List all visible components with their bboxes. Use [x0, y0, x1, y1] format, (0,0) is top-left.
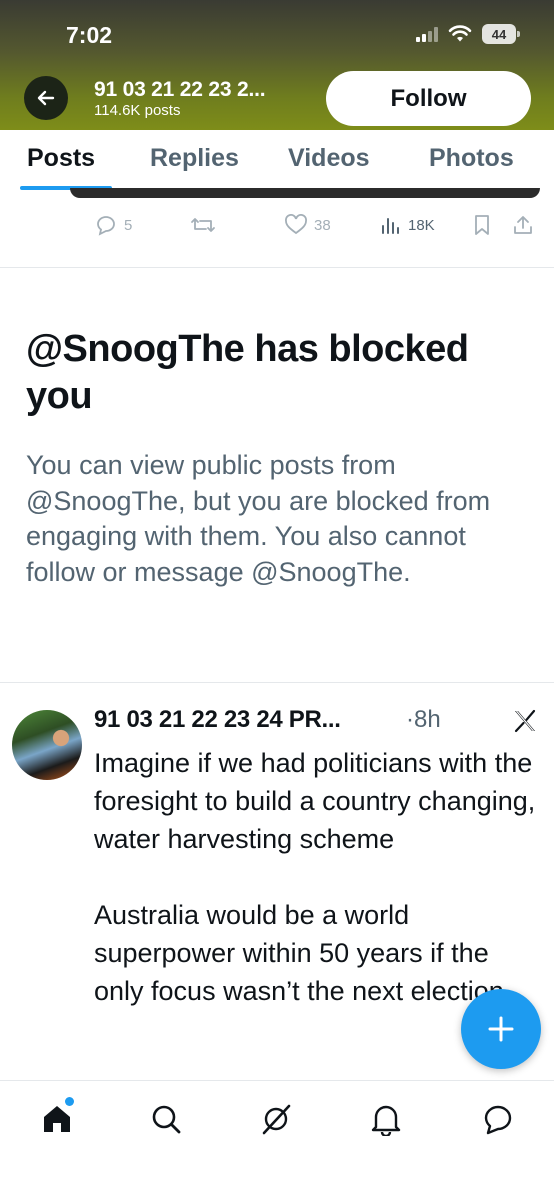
profile-tabs: Posts Replies Videos Photos: [0, 130, 554, 192]
reply-count: 5: [124, 216, 133, 234]
views-icon: [382, 218, 399, 234]
tab-replies[interactable]: Replies: [150, 144, 239, 173]
tab-photos[interactable]: Photos: [429, 144, 514, 173]
time-separator: ·: [406, 706, 414, 733]
bottom-navigation: [0, 1080, 554, 1199]
divider: [0, 267, 554, 268]
battery-indicator: 44: [482, 24, 520, 44]
divider: [0, 682, 554, 683]
heart-icon: [285, 214, 307, 235]
tab-videos[interactable]: Videos: [288, 144, 370, 173]
bell-icon: [371, 1105, 401, 1136]
search-icon: [152, 1105, 181, 1134]
nav-home[interactable]: [37, 1097, 77, 1139]
share-icon: [514, 216, 532, 234]
status-time: 7:02: [66, 22, 113, 48]
x-logo-icon: [512, 708, 538, 739]
compose-button[interactable]: [461, 989, 541, 1069]
reply-icon: [97, 216, 115, 236]
nav-search[interactable]: [146, 1099, 186, 1139]
bookmark-icon: [475, 215, 489, 235]
tweet-text: Imagine if we had politicians with the f…: [94, 748, 536, 1006]
grok-icon: [262, 1104, 291, 1135]
reply-action[interactable]: 5: [94, 214, 132, 236]
share-action[interactable]: [512, 214, 534, 236]
post-count: 114.6K posts: [94, 102, 181, 119]
blocked-title: @SnoogThe has blocked you: [26, 328, 469, 417]
profile-header: 7:02 44 91 03 21 22 23 2... 114.6K posts…: [0, 0, 554, 130]
view-count: 18K: [408, 216, 435, 234]
nav-grok[interactable]: [256, 1099, 296, 1139]
avatar[interactable]: [12, 710, 82, 780]
back-button[interactable]: [24, 76, 68, 120]
views-action[interactable]: 18K: [380, 214, 435, 236]
previous-post-media[interactable]: [70, 188, 540, 198]
nav-notifications[interactable]: [366, 1099, 406, 1139]
blocked-message: You can view public posts from @SnoogThe…: [26, 450, 491, 587]
tweet-author[interactable]: 91 03 21 22 23 24 PR...: [94, 706, 341, 734]
tab-posts[interactable]: Posts: [27, 144, 95, 173]
tweet-time: 8h: [414, 706, 441, 733]
account-name: 91 03 21 22 23 2...: [94, 78, 266, 101]
plus-icon: [488, 1016, 514, 1042]
wifi-icon: [448, 25, 472, 42]
messages-icon: [484, 1105, 512, 1135]
nav-messages[interactable]: [478, 1099, 518, 1139]
cellular-signal-icon: [416, 26, 438, 42]
follow-button[interactable]: Follow: [326, 71, 531, 126]
arrow-left-icon: [37, 90, 55, 106]
status-icons: 44: [416, 24, 520, 44]
home-notification-dot: [65, 1097, 74, 1106]
repost-action[interactable]: [190, 214, 222, 236]
like-action[interactable]: 38: [284, 214, 331, 236]
like-count: 38: [314, 216, 331, 234]
repost-icon: [191, 218, 215, 232]
home-icon: [44, 1106, 70, 1132]
tweet-timestamp: ·8h: [406, 706, 441, 734]
previous-post-actions: 5 38 18K: [94, 214, 534, 244]
bookmark-action[interactable]: [472, 214, 492, 236]
